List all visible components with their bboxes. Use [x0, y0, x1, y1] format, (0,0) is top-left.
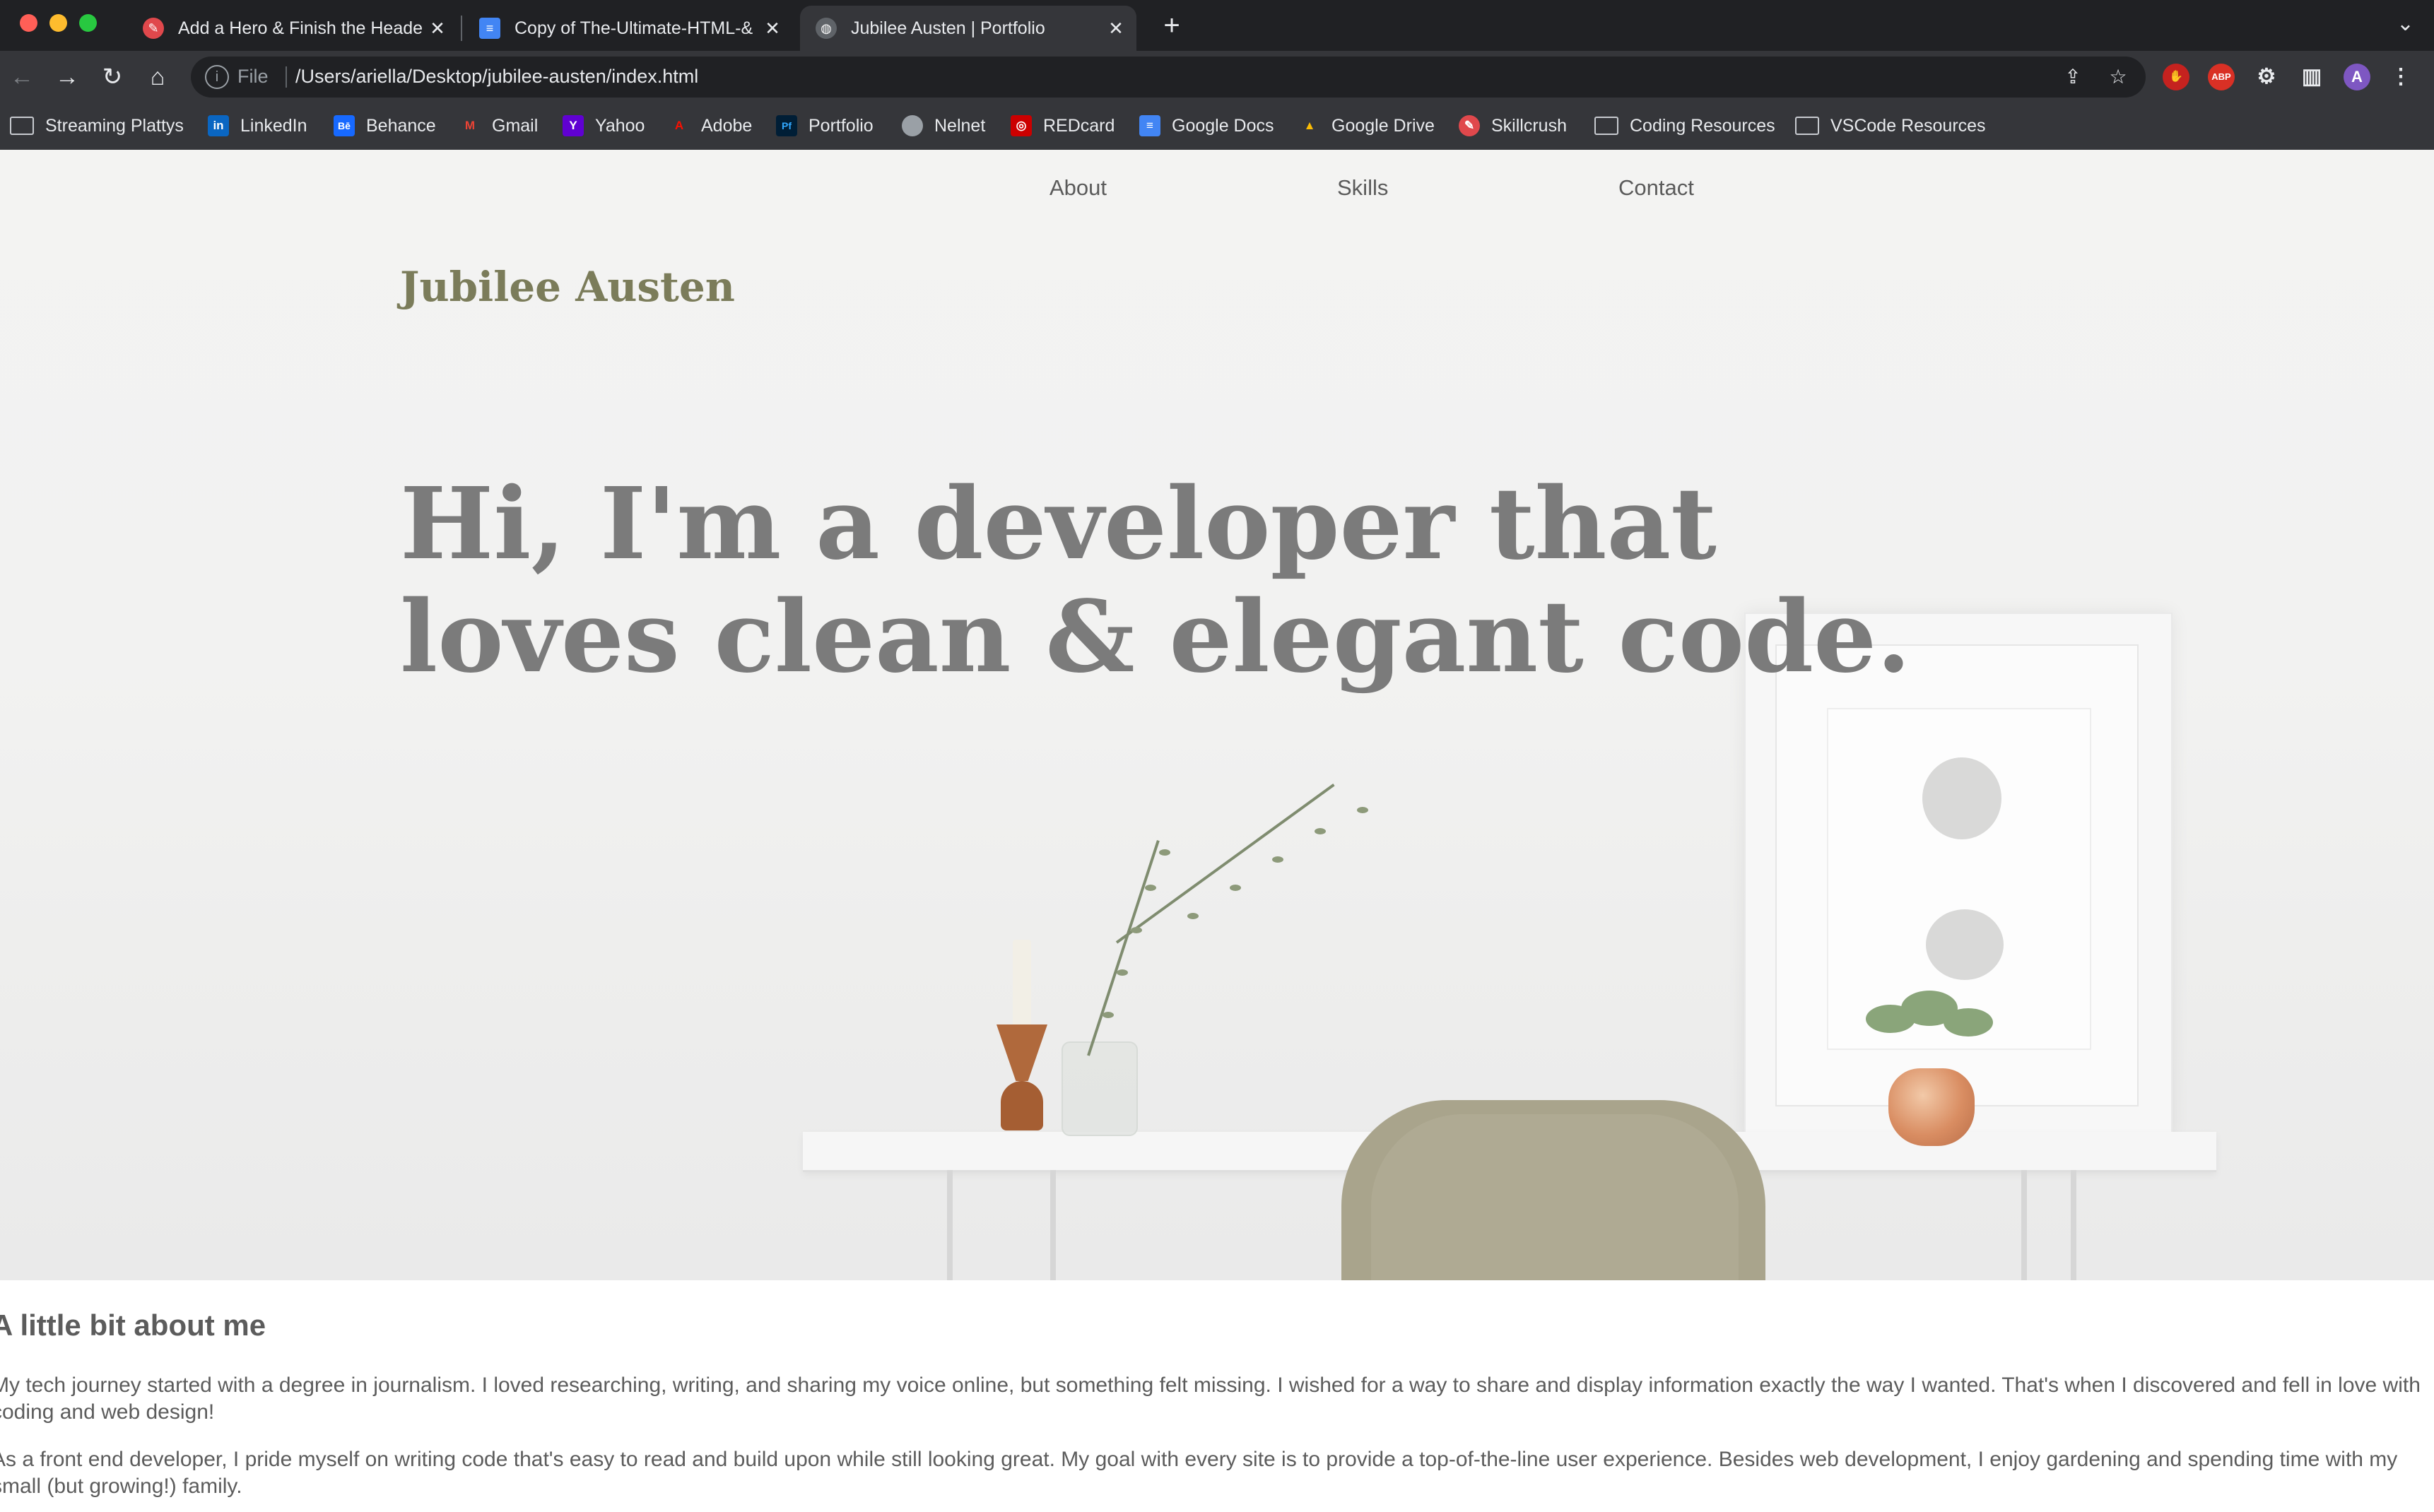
site-navigation: About Skills Contact: [0, 171, 2434, 213]
nav-link-about[interactable]: About: [1050, 175, 1107, 201]
bookmark-portfolio[interactable]: Pf Portfolio: [776, 112, 874, 140]
bookmark-skillcrush[interactable]: ✎ Skillcrush: [1459, 112, 1567, 140]
bookmark-gmail[interactable]: M Gmail: [459, 112, 538, 140]
google-docs-icon: ≡: [479, 18, 500, 39]
bookmark-behance[interactable]: Bē Behance: [334, 112, 436, 140]
leaf: [1131, 927, 1142, 933]
leaf: [1230, 885, 1241, 891]
fullscreen-window-button[interactable]: [79, 14, 97, 32]
behance-icon: Bē: [334, 115, 355, 136]
about-paragraph-1: My tech journey started with a degree in…: [0, 1374, 2421, 1424]
hero-headline: Hi, I'm a developer that loves clean & e…: [400, 466, 1911, 695]
bookmark-streaming-plattys[interactable]: Streaming Plattys: [10, 112, 184, 140]
site-info-icon[interactable]: i: [205, 65, 229, 89]
scheme-label: File: [237, 66, 269, 87]
bookmark-redcard[interactable]: ◎ REDcard: [1011, 112, 1115, 140]
url-text[interactable]: /Users/ariella/Desktop/jubilee-austen/in…: [295, 66, 698, 88]
adobe-icon: A: [674, 119, 684, 132]
bookmark-google-docs[interactable]: ≡ Google Docs: [1139, 112, 1274, 140]
folder-icon: [1594, 117, 1618, 135]
leaf: [1272, 856, 1283, 863]
chair-highlight: [1371, 1114, 1739, 1280]
folder-icon: [10, 117, 34, 135]
hero-section: About Skills Contact Jubilee Austen Hi, …: [0, 150, 2434, 1280]
minimize-window-button[interactable]: [49, 14, 67, 32]
yahoo-icon: Y: [563, 115, 584, 136]
new-tab-button[interactable]: +: [1156, 10, 1187, 42]
bookmark-yahoo[interactable]: Y Yahoo: [563, 112, 645, 140]
google-drive-icon: ▲: [1303, 119, 1316, 132]
tab-skillcrush[interactable]: ✎ Add a Hero & Finish the Heade ✕: [127, 6, 458, 51]
skillcrush-icon: ✎: [143, 18, 164, 39]
tab-google-doc[interactable]: ≡ Copy of The-Ultimate-HTML-& ✕: [464, 6, 793, 51]
profile-avatar[interactable]: A: [2344, 64, 2370, 90]
bookmark-adobe[interactable]: A Adobe: [669, 112, 752, 140]
back-arrow-icon[interactable]: ←: [4, 59, 40, 95]
forward-arrow-icon[interactable]: →: [49, 59, 85, 95]
omnibox-divider: [286, 66, 287, 88]
tab-divider: [461, 16, 462, 41]
side-panel-icon[interactable]: ▥: [2298, 64, 2325, 90]
nav-link-contact[interactable]: Contact: [1618, 175, 1694, 201]
bookmarks-bar: Streaming Plattys in LinkedIn Bē Behance…: [0, 103, 2434, 150]
succulent-leaves: [1944, 1008, 1993, 1036]
candle-image: [1013, 940, 1031, 1026]
globe-icon: ◍: [816, 18, 837, 39]
leaf: [1357, 807, 1368, 813]
close-tab-icon[interactable]: ✕: [762, 18, 783, 40]
candle-holder-base: [1001, 1081, 1043, 1130]
about-heading: A little bit about me: [0, 1309, 266, 1342]
leaf: [1145, 885, 1156, 891]
frame-art-dot-top: [1922, 757, 2001, 839]
bookmark-nelnet[interactable]: Nelnet: [902, 112, 985, 140]
gmail-icon: M: [464, 119, 476, 132]
linkedin-icon: in: [208, 115, 229, 136]
leaf: [1103, 1012, 1114, 1018]
tab-portfolio-active[interactable]: ◍ Jubilee Austen | Portfolio ✕: [800, 6, 1136, 51]
desk-leg: [2021, 1170, 2027, 1280]
portfolio-icon: Pf: [776, 115, 797, 136]
home-icon[interactable]: ⌂: [140, 59, 175, 95]
desk-leg: [2071, 1170, 2076, 1280]
bookmark-vscode-resources[interactable]: VSCode Resources: [1795, 112, 1986, 140]
adblock-plus-icon[interactable]: ABP: [2208, 64, 2235, 90]
google-docs-icon: ≡: [1139, 115, 1160, 136]
site-logo-name[interactable]: Jubilee Austen: [400, 263, 735, 311]
reload-icon[interactable]: ↻: [95, 59, 130, 95]
extensions-puzzle-icon[interactable]: ⚙: [2253, 64, 2280, 90]
bookmark-google-drive[interactable]: ▲ Google Drive: [1299, 112, 1435, 140]
about-paragraph-2: As a front end developer, I pride myself…: [0, 1448, 2398, 1498]
leaf: [1117, 969, 1128, 976]
bookmark-star-icon[interactable]: ☆: [2105, 64, 2132, 90]
page-viewport: About Skills Contact Jubilee Austen Hi, …: [0, 150, 2434, 1512]
candle-holder-image: [996, 1024, 1047, 1081]
leaf: [1187, 913, 1199, 919]
chrome-menu-kebab-icon[interactable]: ⋮: [2387, 64, 2414, 90]
tab-search-chevron-icon[interactable]: ⌄: [2397, 11, 2414, 36]
skillcrush-icon: ✎: [1459, 115, 1480, 136]
desk-leg: [1050, 1170, 1056, 1280]
bookmark-linkedin[interactable]: in LinkedIn: [208, 112, 307, 140]
frame-art-dot-bottom: [1926, 909, 2004, 980]
browser-toolbar: ← → ↻ ⌂ i File /Users/ariella/Desktop/ju…: [0, 51, 2434, 103]
copper-pot-image: [1888, 1068, 1975, 1146]
eucalyptus-stem: [1087, 840, 1160, 1056]
nelnet-icon: [902, 115, 923, 136]
share-icon[interactable]: ⇪: [2059, 64, 2086, 90]
desk-leg: [947, 1170, 953, 1280]
extension-red-hand-icon[interactable]: ✋: [2163, 64, 2189, 90]
address-bar[interactable]: i File /Users/ariella/Desktop/jubilee-au…: [191, 57, 2146, 98]
leaf: [1159, 849, 1170, 856]
close-window-button[interactable]: [20, 14, 37, 32]
bookmark-coding-resources[interactable]: Coding Resources: [1594, 112, 1775, 140]
leaf: [1315, 828, 1326, 834]
tab-strip: ✎ Add a Hero & Finish the Heade ✕ ≡ Copy…: [0, 0, 2434, 51]
redcard-icon: ◎: [1011, 115, 1032, 136]
close-tab-icon[interactable]: ✕: [1105, 18, 1127, 40]
glass-vase-image: [1062, 1041, 1138, 1136]
close-tab-icon[interactable]: ✕: [427, 18, 448, 40]
nav-link-skills[interactable]: Skills: [1337, 175, 1388, 201]
folder-icon: [1795, 117, 1819, 135]
